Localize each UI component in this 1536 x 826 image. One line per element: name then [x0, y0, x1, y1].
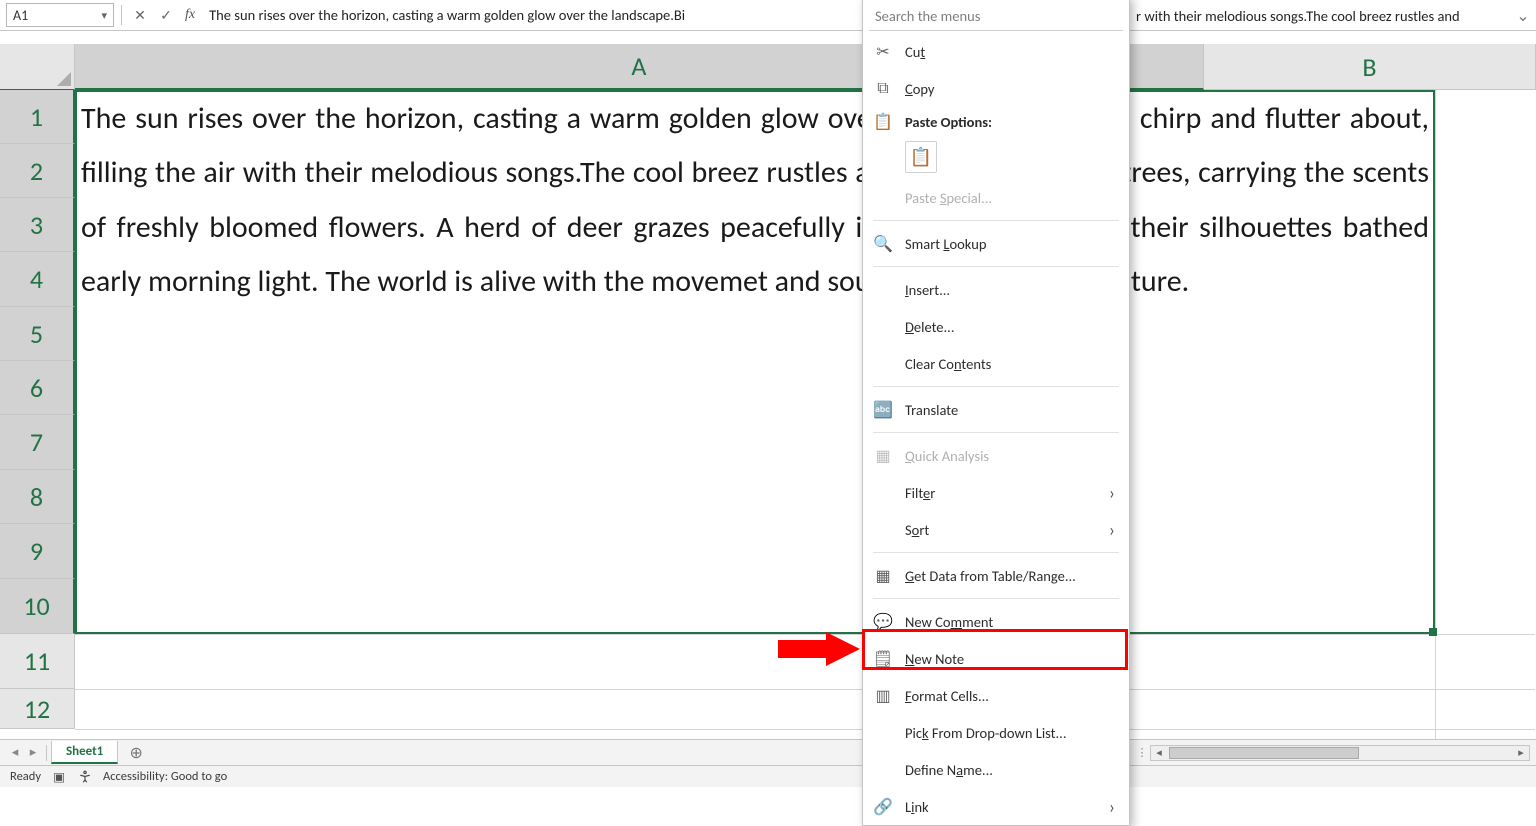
sheet-tab-sheet1[interactable]: Sheet1	[51, 741, 118, 764]
scissors-icon: ✂	[873, 42, 893, 62]
menu-get-data[interactable]: ▦ Get Data from Table/Range...	[863, 557, 1129, 594]
paste-options-row: 📋	[863, 137, 1129, 179]
menu-sort[interactable]: Sort	[863, 511, 1129, 548]
copy-icon: ⧉	[873, 79, 893, 99]
spreadsheet: A B 1 2 3 4 5 6 7 8 9 10 11 12 The sun r…	[0, 44, 1536, 739]
row-header-4[interactable]: 4	[0, 252, 75, 307]
sheet-tab-bar: ◂ ▸ Sheet1 ⊕ ⋮ ◂ ▸	[0, 739, 1536, 765]
menu-delete[interactable]: Delete...	[863, 308, 1129, 345]
separator	[873, 220, 1119, 221]
name-box[interactable]: A1 ▾	[6, 3, 114, 27]
separator	[873, 386, 1119, 387]
horizontal-scrollbar[interactable]: ◂ ▸	[1150, 745, 1530, 761]
scroll-left-arrow-icon[interactable]: ◂	[1151, 746, 1167, 760]
formula-overflow-right: r with their melodious songs.The cool br…	[1136, 7, 1460, 25]
translate-icon: 🔤	[873, 400, 893, 420]
paste-icon[interactable]: 📋	[905, 141, 937, 173]
fx-label[interactable]: fx	[181, 7, 199, 23]
menu-smart-lookup[interactable]: 🔍 Smart Lookup	[863, 225, 1129, 262]
blank-icon	[873, 317, 893, 337]
menu-link[interactable]: 🔗 Link	[863, 788, 1129, 825]
status-ready: Ready	[10, 769, 41, 784]
formula-text-left: The sun rises over the horizon, casting …	[209, 6, 685, 24]
menu-pick-list[interactable]: Pick From Drop-down List...	[863, 714, 1129, 751]
tab-scroll-right-icon[interactable]: ▸	[24, 744, 42, 762]
status-bar: Ready ▣ Accessibility: Good to go	[0, 765, 1536, 787]
row-header-9[interactable]: 9	[0, 524, 75, 579]
divider	[121, 5, 122, 25]
blank-icon	[873, 723, 893, 743]
menu-format-cells[interactable]: ▥ Format Cells...	[863, 677, 1129, 714]
blank-icon	[873, 483, 893, 503]
link-icon: 🔗	[873, 797, 893, 817]
paste-options-label: Paste Options:	[905, 113, 992, 131]
translate-label: Translate	[905, 401, 958, 419]
select-all-triangle[interactable]	[0, 44, 75, 90]
accept-formula-icon[interactable]: ✓	[155, 4, 177, 26]
accessibility-icon[interactable]	[77, 769, 93, 785]
magnifier-icon: 🔍	[873, 234, 893, 254]
cancel-formula-icon[interactable]: ✕	[129, 4, 151, 26]
chevron-down-icon: ▾	[101, 9, 107, 22]
row-header-8[interactable]: 8	[0, 470, 75, 524]
separator	[873, 598, 1119, 599]
fill-handle[interactable]	[1429, 628, 1437, 636]
menu-clear-contents[interactable]: Clear Contents	[863, 345, 1129, 382]
cell-a1-content[interactable]: The sun rises over the horizon, casting …	[81, 92, 1433, 432]
comment-icon: 💬	[873, 612, 893, 632]
menu-filter[interactable]: Filter	[863, 474, 1129, 511]
column-headers: A B	[75, 44, 1536, 90]
divider	[46, 745, 47, 761]
row-header-11[interactable]: 11	[0, 634, 75, 689]
row-header-1[interactable]: 1	[0, 90, 75, 144]
row-header-3[interactable]: 3	[0, 198, 75, 252]
menu-new-comment[interactable]: 💬 New Comment	[863, 603, 1129, 640]
context-menu: Search the menus ✂ Cut ⧉ Copy 📋 Paste Op…	[862, 0, 1130, 826]
separator	[873, 266, 1119, 267]
menu-insert[interactable]: Insert...	[863, 271, 1129, 308]
blank-icon	[873, 280, 893, 300]
clipboard-icon: 📋	[873, 112, 893, 132]
menu-paste-options-label: 📋 Paste Options:	[863, 107, 1129, 137]
menu-copy[interactable]: ⧉ Copy	[863, 70, 1129, 107]
menu-cut[interactable]: ✂ Cut	[863, 33, 1129, 70]
row-header-6[interactable]: 6	[0, 361, 75, 415]
tab-resize-grip-icon[interactable]: ⋮	[1134, 746, 1150, 759]
row-header-10[interactable]: 10	[0, 579, 75, 634]
row-header-2[interactable]: 2	[0, 144, 75, 198]
blank-icon	[873, 354, 893, 374]
cell-reference: A1	[13, 7, 28, 24]
menu-paste-special[interactable]: Paste Special...	[863, 179, 1129, 216]
scroll-thumb[interactable]	[1169, 747, 1359, 759]
menu-new-note[interactable]: 🗒 New Note	[863, 640, 1129, 677]
blank-icon	[873, 520, 893, 540]
row-header-7[interactable]: 7	[0, 415, 75, 470]
tab-scroll-left-icon[interactable]: ◂	[6, 744, 24, 762]
menu-define-name[interactable]: Define Name...	[863, 751, 1129, 788]
separator	[873, 432, 1119, 433]
add-sheet-icon[interactable]: ⊕	[124, 741, 148, 765]
menu-translate[interactable]: 🔤 Translate	[863, 391, 1129, 428]
row-header-5[interactable]: 5	[0, 307, 75, 361]
row-header-12[interactable]: 12	[0, 689, 75, 729]
macro-record-icon[interactable]: ▣	[51, 769, 67, 785]
menu-search-input[interactable]: Search the menus	[869, 1, 1123, 31]
grid-cells[interactable]: The sun rises over the horizon, casting …	[75, 90, 1536, 739]
format-cells-icon: ▥	[873, 686, 893, 706]
separator	[873, 552, 1119, 553]
table-icon: ▦	[873, 566, 893, 586]
accessibility-status[interactable]: Accessibility: Good to go	[103, 769, 227, 784]
menu-quick-analysis[interactable]: ▦ Quick Analysis	[863, 437, 1129, 474]
scroll-right-arrow-icon[interactable]: ▸	[1513, 746, 1529, 760]
row-headers: 1 2 3 4 5 6 7 8 9 10 11 12	[0, 90, 75, 739]
column-header-b[interactable]: B	[1204, 44, 1536, 90]
blank-icon	[873, 188, 893, 208]
quick-analysis-icon: ▦	[873, 446, 893, 466]
note-icon: 🗒	[873, 649, 893, 669]
expand-formula-bar-icon[interactable]: ⌄	[1514, 6, 1532, 26]
blank-icon	[873, 760, 893, 780]
